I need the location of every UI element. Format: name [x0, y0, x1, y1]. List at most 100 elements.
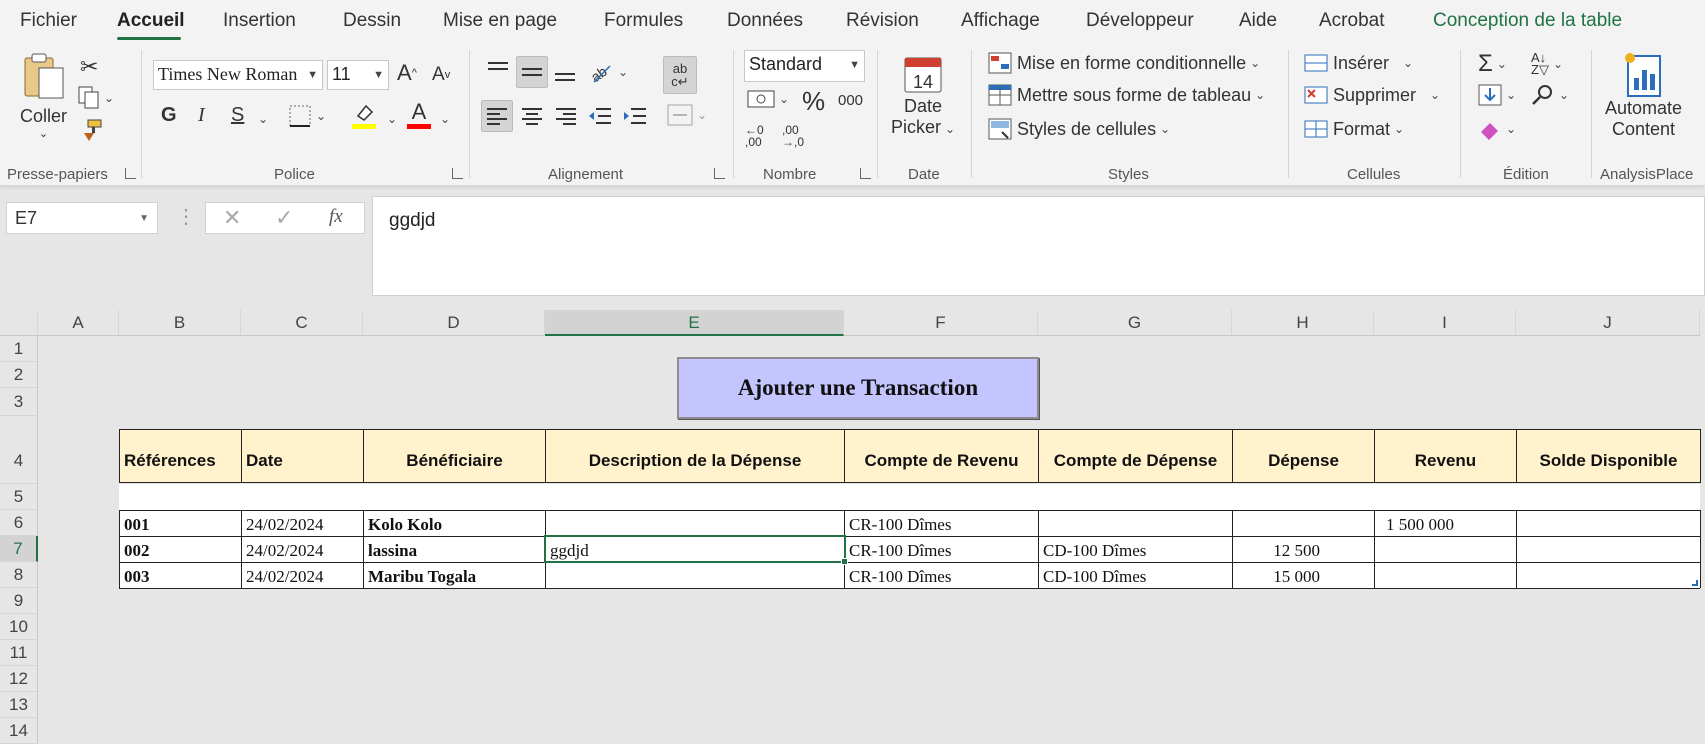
- column-header-j[interactable]: J: [1516, 310, 1700, 336]
- highlight-chevron-icon[interactable]: ⌄: [383, 112, 397, 126]
- table-header-cell[interactable]: Solde Disponible: [1516, 429, 1701, 483]
- clear-button[interactable]: ⌄: [1478, 118, 1516, 140]
- table-cell[interactable]: CD-100 Dîmes: [1039, 564, 1232, 588]
- tab-revision[interactable]: Révision: [846, 10, 919, 32]
- thousands-button[interactable]: 000: [838, 92, 863, 109]
- automate-content-button[interactable]: Automate Content: [1605, 50, 1682, 140]
- table-cell[interactable]: [1039, 512, 1232, 536]
- table-cell[interactable]: 003: [120, 564, 241, 588]
- format-cells-button[interactable]: Format ⌄: [1304, 118, 1404, 140]
- delete-cells-button[interactable]: Supprimer ⌄: [1304, 84, 1440, 106]
- row-header-3[interactable]: 3: [0, 388, 38, 416]
- tab-insertion[interactable]: Insertion: [223, 10, 296, 32]
- decrease-font-icon[interactable]: Av: [432, 64, 450, 86]
- tab-accueil[interactable]: Accueil: [117, 10, 185, 32]
- table-cell[interactable]: CR-100 Dîmes: [845, 564, 1038, 588]
- number-launcher-icon[interactable]: [860, 168, 871, 179]
- table-header-cell[interactable]: Compte de Revenu: [844, 429, 1039, 483]
- paste-chevron-icon[interactable]: ⌄: [39, 127, 48, 140]
- table-cell[interactable]: Kolo Kolo: [364, 512, 545, 536]
- number-format-select[interactable]: Standard ▼: [744, 50, 865, 82]
- row-header-5[interactable]: 5: [0, 484, 38, 510]
- column-header-f[interactable]: F: [844, 310, 1038, 336]
- font-color-button[interactable]: A: [407, 100, 431, 129]
- highlight-color-button[interactable]: [352, 102, 376, 129]
- table-cell[interactable]: 24/02/2024: [242, 538, 363, 562]
- table-resize-handle[interactable]: [1692, 580, 1698, 586]
- tab-conception-table[interactable]: Conception de la table: [1433, 10, 1622, 32]
- table-cell[interactable]: 24/02/2024: [242, 564, 363, 588]
- decrease-decimal-button[interactable]: ,00 →,0: [782, 124, 804, 148]
- table-header-cell[interactable]: Bénéficiaire: [363, 429, 546, 483]
- table-header-cell[interactable]: Dépense: [1232, 429, 1375, 483]
- row-header-4[interactable]: 4: [0, 416, 38, 484]
- table-cell[interactable]: CD-100 Dîmes: [1039, 538, 1232, 562]
- tab-acrobat[interactable]: Acrobat: [1319, 10, 1384, 32]
- align-bottom-button[interactable]: [553, 60, 577, 82]
- row-header-8[interactable]: 8: [0, 562, 38, 588]
- table-cell[interactable]: [1517, 538, 1700, 562]
- table-cell[interactable]: [1233, 512, 1374, 536]
- orientation-chevron-icon[interactable]: ⌄: [618, 65, 628, 79]
- table-cell[interactable]: 1 500 000: [1375, 512, 1516, 536]
- table-header-cell[interactable]: Description de la Dépense: [545, 429, 845, 483]
- table-cell[interactable]: 15 000: [1233, 564, 1374, 588]
- column-header-h[interactable]: H: [1232, 310, 1374, 336]
- column-header-i[interactable]: I: [1374, 310, 1516, 336]
- tab-developpeur[interactable]: Développeur: [1086, 10, 1194, 32]
- add-transaction-button[interactable]: Ajouter une Transaction: [677, 357, 1039, 419]
- date-picker-button[interactable]: 14 Date Picker ⌄: [891, 52, 955, 138]
- clipboard-launcher-icon[interactable]: [125, 168, 136, 179]
- more-options-icon[interactable]: ⋮: [176, 204, 196, 229]
- table-cell[interactable]: [1517, 564, 1700, 588]
- font-color-chevron-icon[interactable]: ⌄: [436, 112, 450, 126]
- table-cell[interactable]: 24/02/2024: [242, 512, 363, 536]
- table-header-cell[interactable]: Compte de Dépense: [1038, 429, 1233, 483]
- cancel-icon[interactable]: ✕: [223, 205, 241, 231]
- align-center-button[interactable]: [521, 106, 543, 126]
- format-painter-button[interactable]: [79, 118, 103, 142]
- row-header-2[interactable]: 2: [0, 362, 38, 388]
- table-cell[interactable]: [546, 512, 844, 536]
- orientation-button[interactable]: ab ⌄: [588, 60, 628, 84]
- row-header-6[interactable]: 6: [0, 510, 38, 536]
- row-header-13[interactable]: 13: [0, 692, 38, 718]
- table-cell[interactable]: [1517, 512, 1700, 536]
- row-header-7[interactable]: 7: [0, 536, 38, 562]
- table-header-cell[interactable]: Revenu: [1374, 429, 1517, 483]
- copy-chevron-icon[interactable]: ⌄: [104, 91, 114, 105]
- tab-formules[interactable]: Formules: [604, 10, 683, 32]
- tab-dessin[interactable]: Dessin: [343, 10, 401, 32]
- conditional-format-button[interactable]: Mise en forme conditionnelle ⌄: [988, 52, 1260, 74]
- row-header-11[interactable]: 11: [0, 640, 38, 666]
- tab-mise-en-page[interactable]: Mise en page: [443, 10, 557, 32]
- row-header-14[interactable]: 14: [0, 718, 38, 744]
- tab-aide[interactable]: Aide: [1239, 10, 1277, 32]
- fill-handle[interactable]: [841, 558, 848, 565]
- insert-function-icon[interactable]: fx: [329, 206, 343, 228]
- borders-button[interactable]: ⌄: [288, 104, 326, 128]
- format-as-table-button[interactable]: Mettre sous forme de tableau ⌄: [988, 84, 1265, 106]
- table-cell[interactable]: 002: [120, 538, 241, 562]
- table-cell[interactable]: Maribu Togala: [364, 564, 545, 588]
- sort-filter-button[interactable]: A↓ Z▽ ⌄: [1531, 51, 1563, 76]
- align-right-button[interactable]: [555, 106, 577, 126]
- underline-chevron-icon[interactable]: ⌄: [254, 112, 268, 126]
- currency-chevron-icon[interactable]: ⌄: [779, 92, 789, 106]
- increase-indent-button[interactable]: [623, 106, 647, 126]
- borders-chevron-icon[interactable]: ⌄: [316, 109, 326, 123]
- table-cell[interactable]: 12 500: [1233, 538, 1374, 562]
- table-cell[interactable]: CR-100 Dîmes: [845, 512, 1038, 536]
- enter-icon[interactable]: ✓: [275, 205, 293, 231]
- merge-center-button[interactable]: ⌄: [667, 104, 707, 126]
- column-header-a[interactable]: A: [38, 310, 119, 336]
- align-left-button[interactable]: [481, 100, 513, 132]
- paste-button[interactable]: Coller ⌄: [20, 52, 67, 140]
- table-cell[interactable]: CR-100 Dîmes: [845, 538, 1038, 562]
- increase-font-icon[interactable]: A ^: [397, 60, 417, 86]
- name-box[interactable]: E7 ▼: [6, 202, 158, 234]
- italic-button[interactable]: I: [198, 104, 205, 127]
- row-header-1[interactable]: 1: [0, 336, 38, 362]
- alignment-launcher-icon[interactable]: [714, 168, 725, 179]
- table-cell[interactable]: [546, 564, 844, 588]
